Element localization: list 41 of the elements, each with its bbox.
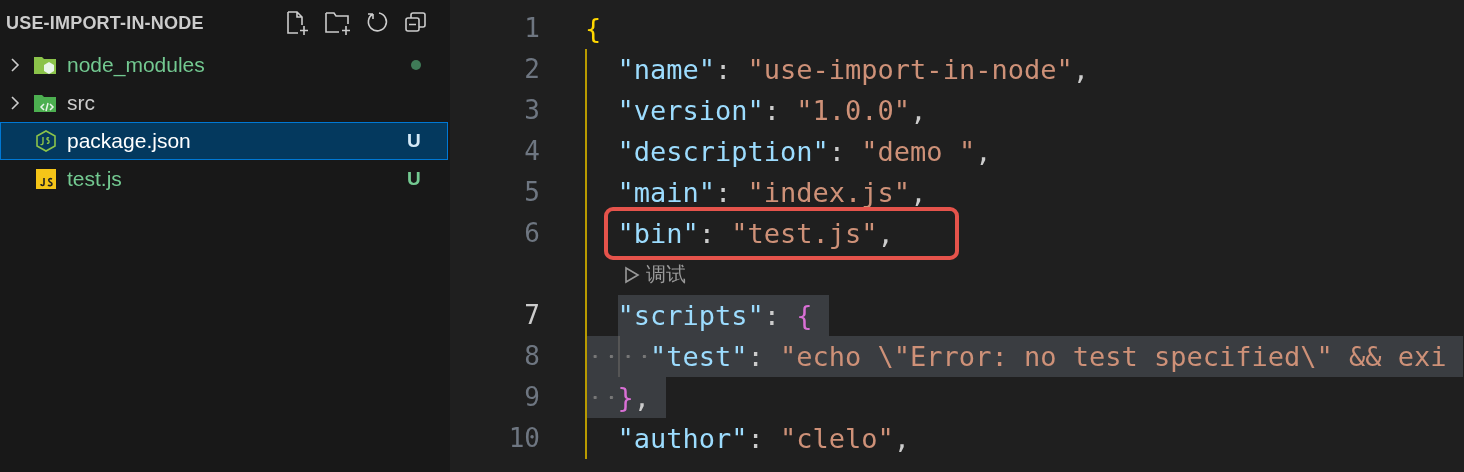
line-number: 4 (523, 135, 540, 168)
line-number: 7 (523, 299, 540, 332)
code-line: "version": "1.0.0", (617, 94, 927, 128)
new-folder-icon[interactable] (324, 10, 352, 36)
collapse-all-icon[interactable] (404, 10, 428, 34)
code-line: "name": "use-import-in-node", (617, 53, 1089, 87)
new-file-icon[interactable] (284, 10, 310, 36)
code-line: "author": "clelo", (617, 422, 911, 456)
hexagon-js-icon (34, 129, 58, 153)
node-folder-icon (33, 54, 59, 76)
file-tree-item[interactable]: test.js U (0, 160, 448, 198)
debug-link[interactable]: 调试 (645, 261, 686, 288)
file-tree-item[interactable]: node_modules (0, 46, 448, 84)
git-status-label: U (407, 130, 421, 152)
chevron-right-icon[interactable] (9, 94, 21, 112)
line-number: 2 (523, 53, 540, 86)
line-number: 9 (523, 381, 540, 414)
code-folder-icon (33, 92, 59, 114)
refresh-icon[interactable] (366, 10, 390, 34)
git-status-label: U (407, 168, 421, 190)
line-number: 8 (523, 340, 540, 373)
file-name: package.json (67, 129, 192, 153)
code-line: "bin": "test.js", (617, 217, 894, 251)
selected-indent-guide (585, 336, 618, 377)
line-number: 5 (523, 176, 540, 209)
file-name: node_modules (67, 53, 206, 77)
line-number: 3 (523, 94, 540, 127)
file-tree-item[interactable]: package.json U (0, 122, 448, 160)
code-line: { (585, 12, 602, 46)
line-number: 10 (507, 422, 540, 455)
code-line: "main": "index.js", (617, 176, 927, 210)
code-line: "description": "demo ", (617, 135, 992, 169)
js-file-icon (36, 169, 56, 189)
line-number: 1 (523, 12, 540, 45)
file-name: test.js (67, 167, 123, 191)
chevron-right-icon[interactable] (9, 56, 21, 74)
file-name: src (67, 91, 96, 115)
play-icon[interactable] (623, 265, 640, 284)
line-number: 6 (523, 217, 540, 250)
explorer-title: USE-IMPORT-IN-NODE (6, 12, 205, 34)
file-tree-item[interactable]: src (0, 84, 448, 122)
